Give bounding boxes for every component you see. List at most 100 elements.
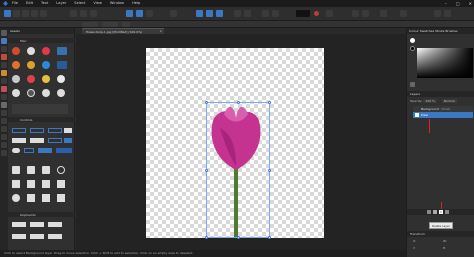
control-tag-2[interactable] (64, 138, 72, 143)
layer-mask-icon[interactable] (427, 210, 431, 214)
menu-view[interactable]: View (93, 0, 102, 7)
colour-panel-tabs[interactable]: Colour Swatches Stroke Brushes (407, 28, 474, 34)
context-option-2[interactable] (102, 22, 118, 27)
keyboard-key-5[interactable] (30, 234, 44, 239)
control-tag-1[interactable] (64, 128, 72, 133)
layer-row-pixel[interactable]: Pixel (413, 112, 473, 118)
blend-mode-select[interactable]: Normal (441, 99, 457, 103)
transform-w-field[interactable]: W: (443, 239, 447, 243)
keyboard-key-3[interactable] (48, 222, 62, 227)
paint-brush-icon[interactable] (1, 70, 7, 76)
asset-tile-10[interactable] (27, 194, 35, 202)
dodge-tool-icon[interactable] (1, 86, 7, 92)
text-tool-icon[interactable] (1, 134, 7, 140)
toolbar-studio-icon[interactable] (434, 10, 441, 17)
asset-check-icon[interactable] (57, 75, 65, 83)
keyboard-key-4[interactable] (12, 234, 26, 239)
toolbar-histogram-icon[interactable] (80, 10, 87, 17)
control-outline-button-3[interactable] (48, 128, 62, 133)
fx-layer-icon[interactable] (445, 210, 449, 214)
asset-tile-2[interactable] (27, 166, 35, 174)
control-input-1[interactable] (24, 148, 34, 153)
control-button-1[interactable] (12, 138, 26, 143)
gradient-tool-icon[interactable] (1, 142, 7, 148)
context-option-3[interactable] (122, 22, 130, 27)
control-outline-button-4[interactable] (48, 138, 62, 143)
control-toggle-1[interactable] (12, 148, 20, 153)
controls-section-header[interactable]: Controls (8, 117, 75, 122)
asset-tile-6[interactable] (27, 180, 35, 188)
toolbar-flip-icon[interactable] (380, 10, 387, 17)
toolbar-arrange-icon[interactable] (326, 10, 333, 17)
asset-info-icon[interactable] (42, 61, 50, 69)
control-primary-button-2[interactable] (56, 148, 72, 153)
menu-text[interactable]: Text (41, 0, 48, 7)
minimize-button[interactable]: – (445, 0, 447, 7)
layers-panel-header[interactable]: Layers (407, 91, 474, 97)
selection-handle-l[interactable] (205, 169, 208, 172)
primary-colour-swatch[interactable] (410, 38, 415, 43)
maximize-button[interactable]: □ (456, 0, 460, 7)
move-tool-icon[interactable] (1, 30, 7, 36)
assets-panel-tabs[interactable]: Assets (8, 28, 74, 34)
selection-handle-b[interactable] (237, 236, 240, 239)
transform-x-field[interactable]: X: (413, 239, 416, 243)
toolbar-select-3-icon[interactable] (216, 10, 223, 17)
toolbar-align-icon[interactable] (352, 10, 359, 17)
asset-orange-circle-icon[interactable] (12, 61, 20, 69)
toolbar-select-1-icon[interactable] (196, 10, 203, 17)
asset-headphones-icon[interactable] (27, 89, 35, 97)
asset-blue-button-icon[interactable] (57, 47, 67, 55)
misc-section-header[interactable]: Misc (8, 38, 75, 43)
toolbar-mode-3-icon[interactable] (146, 10, 153, 17)
crop-tool-icon[interactable] (1, 46, 7, 52)
menu-layer[interactable]: Layer (56, 0, 66, 7)
control-primary-button[interactable] (38, 148, 52, 153)
toolbar-mask-icon[interactable] (234, 10, 241, 17)
canvas-workspace[interactable] (76, 34, 406, 257)
toolbar-snap-icon[interactable] (262, 10, 269, 17)
selection-handle-t[interactable] (237, 101, 240, 104)
toolbar-rotate-icon[interactable] (400, 10, 407, 17)
record-icon[interactable] (314, 11, 319, 16)
toolbar-assistant-icon[interactable] (272, 10, 279, 17)
menu-window[interactable]: Window (110, 0, 124, 7)
persona-photo-icon[interactable] (4, 10, 11, 17)
zoom-tool-icon[interactable] (1, 150, 7, 156)
colour-picker-field[interactable] (417, 48, 473, 78)
asset-tile-5[interactable] (12, 180, 20, 188)
asset-tile-1[interactable] (12, 166, 20, 174)
control-outline-button-1[interactable] (12, 128, 26, 133)
toolbar-refine-icon[interactable] (244, 10, 251, 17)
selection-brush-icon[interactable] (1, 54, 7, 60)
asset-account-icon[interactable] (57, 89, 65, 97)
context-option-1[interactable] (82, 22, 98, 27)
persona-liquify-icon[interactable] (13, 10, 20, 17)
toolbar-mode-2-icon[interactable] (136, 10, 143, 17)
shape-tool-icon[interactable] (1, 126, 7, 132)
asset-tile-7[interactable] (42, 180, 50, 188)
asset-person-icon[interactable] (42, 89, 50, 97)
toolbar-select-2-icon[interactable] (206, 10, 213, 17)
opacity-value[interactable]: 100 % (423, 99, 437, 103)
asset-speaker-icon[interactable] (27, 61, 35, 69)
persona-tonemap-icon[interactable] (31, 10, 38, 17)
persona-export-icon[interactable] (40, 10, 47, 17)
transform-y-field[interactable]: Y: (413, 246, 415, 250)
menu-select[interactable]: Select (74, 0, 85, 7)
control-outline-button-2[interactable] (30, 128, 44, 133)
asset-tile-8[interactable] (57, 180, 65, 188)
flood-select-icon[interactable] (1, 62, 7, 68)
delete-layer-icon[interactable] (439, 210, 443, 214)
toolbar-grid-icon[interactable] (70, 10, 77, 17)
keyboards-section-header[interactable]: Keyboards (8, 212, 75, 217)
menu-edit[interactable]: Edit (26, 0, 33, 7)
selection-handle-bl[interactable] (205, 236, 208, 239)
asset-grey-circle-icon[interactable] (12, 75, 20, 83)
keyboard-key-1[interactable] (12, 222, 26, 227)
blur-tool-icon[interactable] (1, 102, 7, 108)
asset-tile-4[interactable] (57, 166, 65, 174)
asset-user-icon[interactable] (12, 89, 20, 97)
asset-tile-11[interactable] (42, 194, 50, 202)
asset-tile-12[interactable] (57, 194, 65, 202)
